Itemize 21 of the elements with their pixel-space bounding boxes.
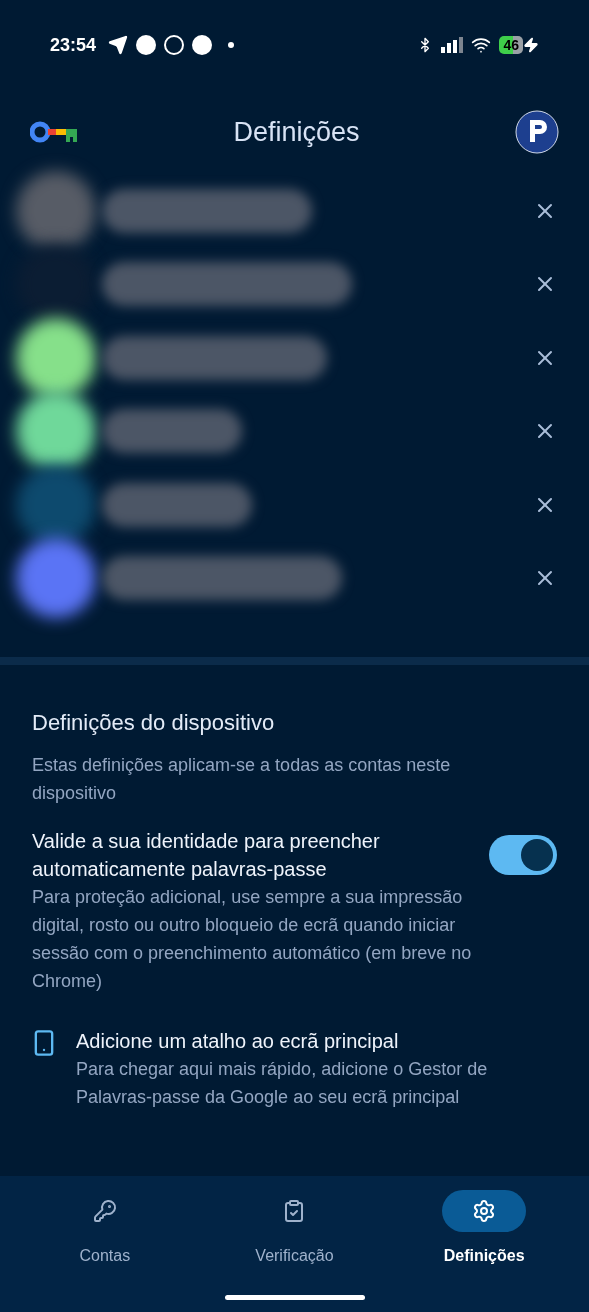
toggle-switch[interactable]: [489, 835, 557, 875]
section-subtitle: Estas definições aplicam-se a todas as contas neste dispositivo: [32, 754, 452, 805]
setting-title[interactable]: Adicione um atalho ao ecrã principal: [76, 1027, 516, 1055]
clock: 23:54: [50, 33, 97, 57]
signal-icon: [441, 37, 464, 53]
setting-title: Valide a sua identidade para preencher automaticamente palavras-passe: [32, 829, 381, 882]
nav-tab[interactable]: Definições: [409, 1190, 560, 1268]
settings-icon: [472, 1199, 497, 1223]
key-logo-icon: [30, 121, 78, 143]
nav-tab[interactable]: Verificação: [219, 1190, 370, 1268]
wifi-icon: [471, 35, 492, 55]
page-title: Definições: [233, 115, 360, 149]
send-icon: [108, 35, 129, 55]
setting-description: Para chegar aqui mais rápido, adicione o Gestor de Palavras-passe da Google ao seu ecrã principal: [76, 1058, 489, 1109]
charging-icon: [523, 37, 539, 53]
nav-tab[interactable]: Contas: [29, 1190, 180, 1268]
setting-description: Para proteção adicional, use sempre a sua impressão digital, rosto ou outro bloqueio de ecrã quando iniciar sessão com o preenchimento automático (em breve no Chrome): [32, 886, 473, 993]
profile-avatar[interactable]: [515, 110, 559, 154]
section-title: Definições do dispositivo: [32, 709, 276, 737]
battery-level: 46: [499, 36, 523, 54]
key-icon: [92, 1199, 117, 1223]
